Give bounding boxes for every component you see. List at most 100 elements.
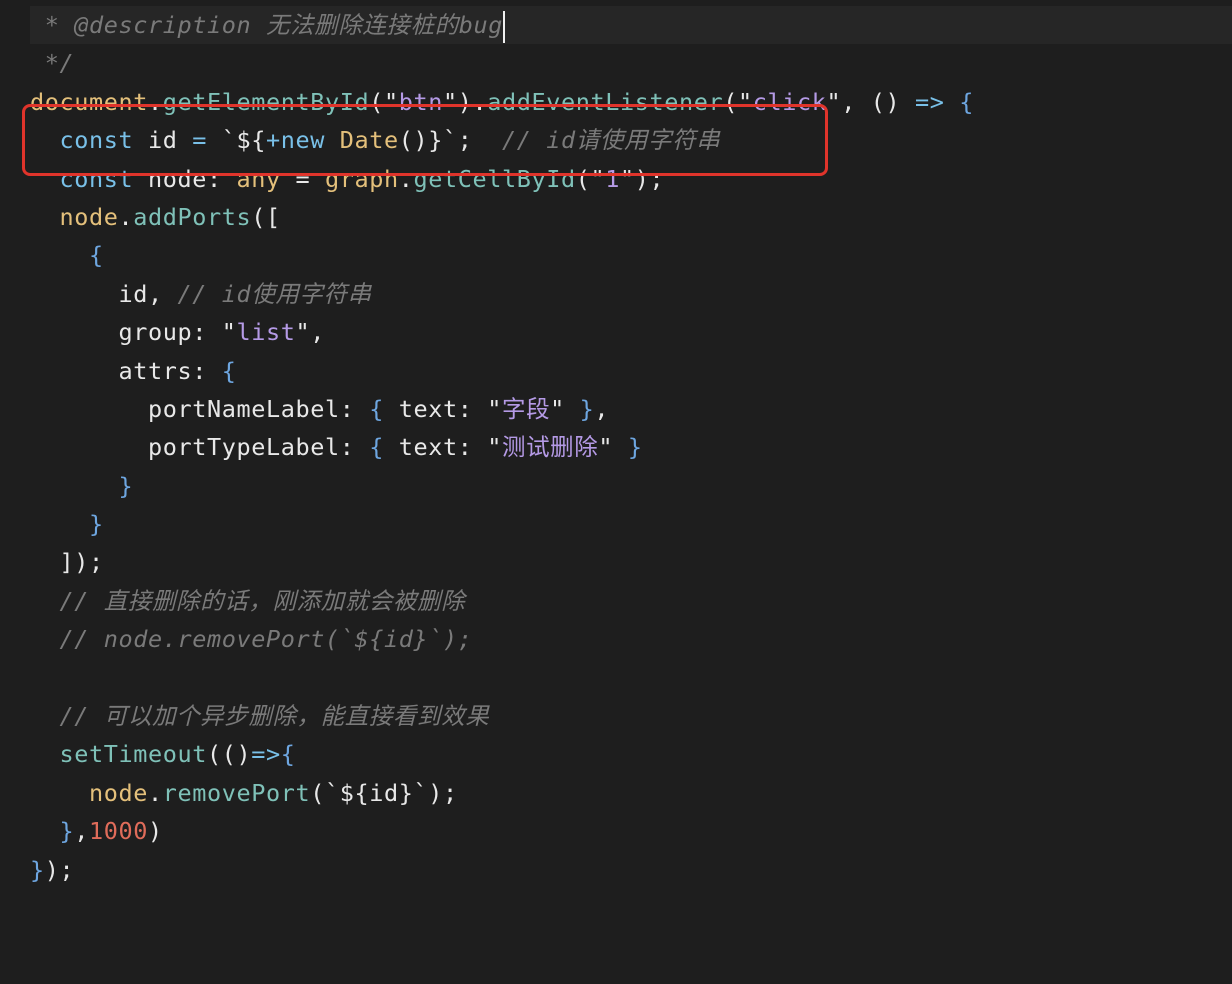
code-token: // 直接删除的话，刚添加就会被删除 (59, 586, 466, 615)
code-token: . (148, 87, 163, 116)
code-token: list (236, 318, 296, 347)
code-token: } (30, 855, 45, 884)
code-token: ", () (826, 87, 915, 116)
code-token: { (221, 356, 237, 385)
code-token: getCellById (413, 164, 576, 193)
code-token: node (133, 164, 207, 193)
code-token: click (752, 87, 827, 116)
code-token: setTimeout (59, 740, 207, 769)
code-line[interactable]: document.getElementById("btn").addEventL… (30, 83, 974, 121)
code-line[interactable]: // 可以加个异步删除，能直接看到效果 (30, 697, 974, 735)
code-line[interactable]: node.addPorts([ (30, 198, 974, 236)
code-token: , (594, 394, 610, 423)
code-token: { (959, 87, 974, 116)
code-token: text: " (383, 394, 502, 423)
code-token: } (579, 394, 595, 423)
code-token: portNameLabel: (30, 394, 370, 423)
code-token: } (627, 433, 643, 462)
code-token: const (59, 126, 134, 155)
code-line[interactable]: node.removePort(`${id}`); (30, 774, 974, 812)
code-token: => (914, 87, 945, 116)
code-token: attrs: (30, 356, 222, 385)
code-token: 无法删除连接桩的bug (251, 11, 504, 39)
code-token: ", (295, 318, 325, 347)
code-token: id, (30, 279, 178, 308)
code-token: ); (44, 855, 75, 884)
code-token: document (30, 87, 148, 116)
code-line[interactable]: attrs: { (30, 352, 974, 390)
code-token: getElementById (162, 87, 370, 116)
code-line[interactable]: const node: any = graph.getCellById("1")… (30, 160, 974, 198)
code-token: " (550, 394, 580, 423)
code-content[interactable]: * @description 无法删除连接桩的bug */document.ge… (30, 6, 974, 889)
code-line[interactable]: // node.removePort(`${id}`); (30, 620, 974, 658)
code-line[interactable]: group: "list", (30, 313, 974, 351)
code-token: // id请使用字符串 (502, 126, 721, 155)
code-token: { (280, 740, 296, 769)
code-token: => (251, 740, 281, 769)
code-line[interactable]: id, // id使用字符串 (30, 275, 974, 313)
code-token: " (598, 433, 628, 462)
code-line[interactable]: } (30, 467, 974, 505)
code-line[interactable]: } (30, 505, 974, 543)
code-line[interactable]: // 直接删除的话，刚添加就会被删除 (30, 582, 974, 620)
code-line[interactable]: * @description 无法删除连接桩的bug (30, 6, 974, 44)
code-token: , (74, 817, 89, 846)
code-token: (" (723, 87, 753, 116)
code-token: addEventListener (487, 87, 724, 116)
code-token: (() (206, 740, 252, 769)
code-token: ([ (251, 202, 281, 231)
code-token: ()}` (398, 126, 458, 155)
code-token: ]); (30, 548, 104, 577)
code-line[interactable]: ]); (30, 543, 974, 581)
code-line[interactable]: },1000) (30, 812, 974, 850)
code-token: 测试删除 (501, 433, 599, 462)
code-token: `${ (207, 126, 266, 155)
code-token: } (59, 817, 75, 846)
code-token: text: " (383, 433, 502, 462)
code-token: id (133, 126, 193, 155)
code-token: @description (74, 11, 252, 39)
code-line[interactable]: portTypeLabel: { text: "测试删除" } (30, 428, 974, 466)
code-token: 1 (605, 164, 620, 193)
code-token: (" (575, 164, 606, 193)
code-token: * (30, 11, 75, 39)
code-token: : (207, 164, 237, 193)
code-line[interactable]: const id = `${+new Date()}`; // id请使用字符串 (30, 121, 974, 159)
code-token: } (118, 471, 134, 500)
code-token: = (280, 164, 325, 193)
code-token: (`${id}`); (310, 778, 458, 807)
code-token: node (59, 202, 119, 231)
code-line[interactable]: }); (30, 851, 974, 889)
code-token: btn (398, 87, 443, 116)
code-token: // id使用字符串 (177, 279, 372, 308)
code-token: { (369, 394, 384, 423)
code-line[interactable]: */ (30, 44, 974, 82)
code-line[interactable] (30, 659, 974, 697)
code-token: portTypeLabel: (30, 433, 370, 462)
code-line[interactable]: portNameLabel: { text: "字段" }, (30, 390, 974, 428)
code-token: . (398, 164, 414, 193)
code-token: addPorts (133, 202, 252, 231)
code-token: const (59, 164, 134, 193)
code-line[interactable]: { (30, 236, 974, 274)
code-token: (" (369, 87, 399, 116)
text-cursor (503, 10, 506, 43)
code-token: graph (325, 164, 399, 193)
code-token: ; (457, 126, 502, 155)
code-token: . (118, 202, 134, 231)
code-line[interactable]: setTimeout(()=>{ (30, 735, 974, 773)
code-token: ) (148, 817, 163, 846)
code-editor[interactable]: * @description 无法删除连接桩的bug */document.ge… (0, 0, 1232, 984)
code-token: removePort (162, 778, 311, 807)
